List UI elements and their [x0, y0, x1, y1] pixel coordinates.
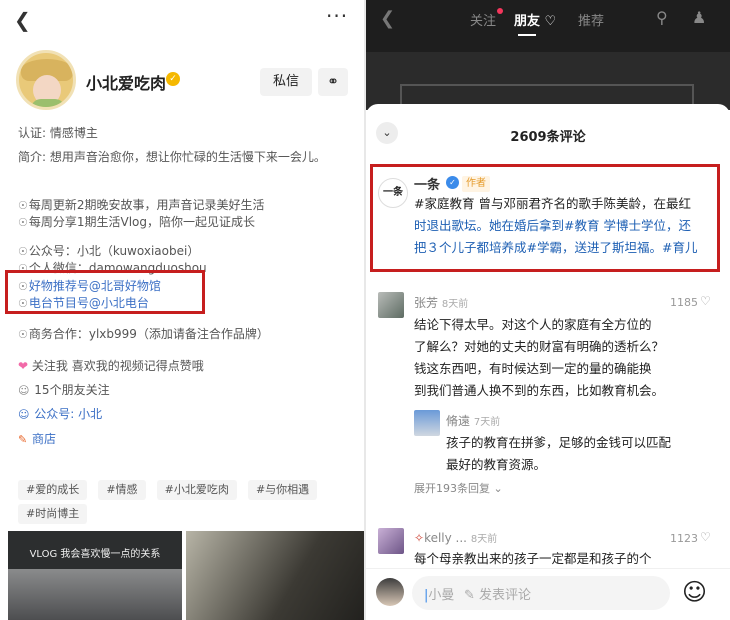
replier-avatar[interactable]	[414, 410, 440, 436]
bulb-icon: ☉	[18, 245, 28, 258]
shop-link[interactable]: ✎ 商店	[18, 430, 56, 447]
chevron-down-icon: ⌄	[493, 482, 503, 495]
author-badge: 作者	[462, 176, 490, 192]
bow-icon: ✧	[414, 531, 425, 545]
profile-panel: ❮ ··· 小北爱吃肉 ✓ 私信 ⚭ 认证: 情感博主 简介: 想用声音治愈你，…	[0, 0, 364, 620]
message-button[interactable]: 私信	[260, 68, 312, 96]
highlight-box-accounts	[5, 270, 205, 314]
back-chevron-icon[interactable]: ❮	[380, 8, 395, 29]
pen-icon: ✎	[464, 588, 475, 603]
certification: 认证: 情感博主	[18, 126, 98, 140]
comment-author[interactable]: 一条	[414, 174, 440, 193]
public-account-link[interactable]: ☺ 公众号: 小北	[18, 405, 102, 422]
info-line-7: ☉商务合作：ylxb999（添加请备注合作品牌）	[18, 327, 269, 341]
more-options-icon[interactable]: ···	[326, 4, 348, 28]
heart-outline-icon: ♡	[544, 14, 557, 29]
active-tab-indicator	[518, 34, 536, 36]
tag-row-2: #时尚博主	[18, 502, 88, 524]
author-avatar[interactable]: 一条	[378, 178, 408, 208]
like-count: 1185	[670, 296, 698, 309]
like-heart-icon[interactable]: ♡	[700, 294, 711, 308]
bulb-icon: ☉	[18, 216, 28, 229]
bio-intro: 简介: 想用声音治愈你，想让你忙碌的生活慢下来一会儿。	[18, 150, 326, 164]
mention-chip[interactable]: |小曼	[424, 584, 454, 603]
avatar[interactable]	[16, 50, 76, 110]
emoji-icon[interactable]: ☺	[682, 578, 707, 606]
bulb-icon: ☉	[18, 328, 28, 341]
like-count: 1123	[670, 532, 698, 545]
friends-follow[interactable]: ☺ 15个朋友关注	[18, 381, 110, 398]
back-chevron-icon[interactable]: ❮	[14, 8, 31, 32]
comment-author[interactable]: ✧kelly ... 8天前	[414, 530, 497, 545]
pinned-comment-line-2: 时退出歌坛。她在婚后拿到#教育 学博士学位，还	[414, 218, 691, 233]
heart-icon: ❤	[18, 359, 29, 373]
comment-line: 结论下得太早。对这个人的家庭有全方位的	[414, 317, 652, 332]
verified-badge-icon: ✓	[166, 72, 180, 86]
my-avatar[interactable]	[376, 578, 404, 606]
tag-chip[interactable]: #爱的成长	[18, 480, 88, 500]
reply-line: 最好的教育资源。	[446, 457, 547, 472]
comment-count: 2609条评论	[510, 130, 586, 145]
video-thumbnail[interactable]	[186, 531, 364, 620]
comment-line: 到我们普通人换不到的东西，比如教育机会。	[414, 383, 665, 398]
comment-placeholder[interactable]: ✎ 发表评论	[464, 584, 531, 603]
tab-recommend[interactable]: 推荐	[578, 10, 604, 29]
search-icon[interactable]: ⚲	[656, 8, 668, 27]
info-line-1: ☉每周更新2期晚安故事，用声音记录美好生活	[18, 198, 265, 212]
tag-chip[interactable]: #情感	[98, 480, 146, 500]
pinned-comment-line-1: #家庭教育 曾与邓丽君齐名的歌手陈美龄，在最红	[414, 196, 691, 211]
comments-panel: ❮ 关注 朋友 ♡ 推荐 ⚲ ♟ ⌄ 2609条评论 一条 一条 ✓ 作者 #家…	[366, 0, 730, 620]
tag-chip[interactable]: #小北爱吃肉	[156, 480, 237, 500]
person-icon: ☺	[18, 408, 30, 421]
bulb-icon: ☉	[18, 199, 28, 212]
shop-icon: ✎	[18, 433, 28, 446]
profile-icon[interactable]: ♟	[692, 8, 706, 27]
info-line-2: ☉每周分享1期生活Vlog，陪你一起见证成长	[18, 215, 256, 229]
like-heart-icon[interactable]: ♡	[700, 530, 711, 544]
verified-badge-icon: ✓	[446, 176, 459, 189]
video-caption: VLOG 我会喜欢慢一点的关系	[29, 549, 161, 560]
person-icon: ☺	[18, 384, 30, 397]
comment-author[interactable]: 张芳 8天前	[414, 294, 468, 311]
notification-dot	[497, 8, 503, 14]
reply-line: 孩子的教育在拼爹，足够的金钱可以匹配	[446, 435, 672, 450]
tab-following[interactable]: 关注	[470, 10, 496, 29]
add-friend-icon[interactable]: ⚭	[318, 68, 348, 96]
commenter-avatar[interactable]	[378, 528, 404, 554]
video-thumbnail[interactable]: VLOG 我会喜欢慢一点的关系	[8, 531, 182, 620]
tag-chip[interactable]: #与你相遇	[247, 480, 318, 500]
reply-author[interactable]: 脩遠 7天前	[446, 412, 500, 429]
pinned-comment-line-3: 把３个儿子都培养成#学霸，送进了斯坦福。#育儿	[414, 240, 698, 255]
comment-line: 每个母亲教出来的孩子一定都是和孩子的个	[414, 551, 652, 566]
expand-replies-button[interactable]: 展开193条回复 ⌄	[414, 480, 503, 496]
follow-prompt: ❤ 关注我 喜欢我的视频记得点赞哦	[18, 359, 204, 373]
tag-chip[interactable]: #时尚博主	[18, 504, 88, 524]
tab-friends[interactable]: 朋友 ♡	[514, 10, 556, 29]
username: 小北爱吃肉	[86, 74, 167, 93]
commenter-avatar[interactable]	[378, 292, 404, 318]
info-line-3: ☉公众号：小北（kuwoxiaobei）	[18, 244, 200, 258]
comment-line: 钱这东西吧，有时候达到一定的量的确能换	[414, 361, 652, 376]
tag-row: #爱的成长 #情感 #小北爱吃肉 #与你相遇	[18, 478, 358, 500]
comment-line: 了解么？对她的丈夫的财富有明确的透析么？	[414, 339, 665, 354]
